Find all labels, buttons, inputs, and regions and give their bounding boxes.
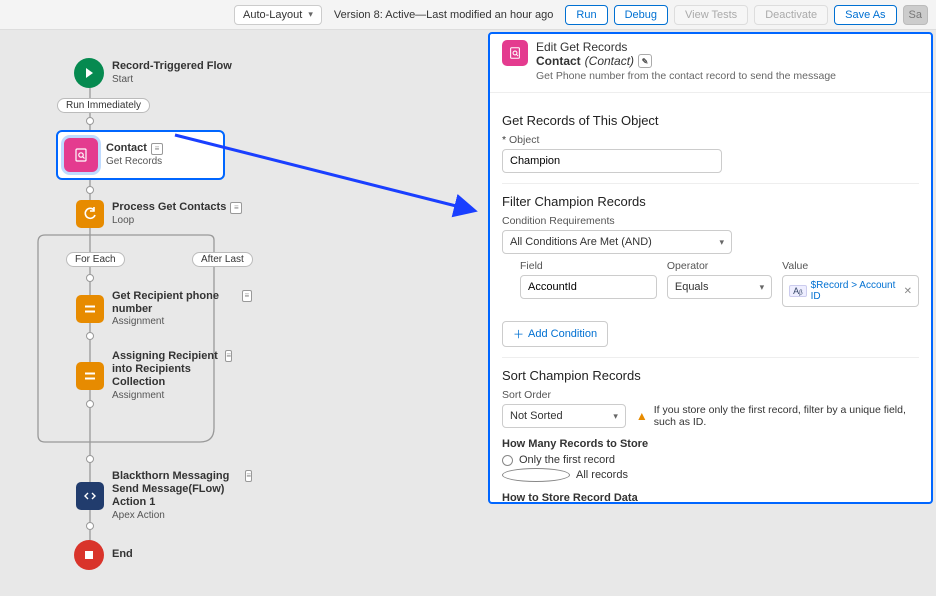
run-immediately-pill[interactable]: Run Immediately (57, 98, 150, 113)
operator-value: Equals (675, 281, 709, 293)
node-apex-title: Blackthorn Messaging Send Message(FLow) … (112, 470, 241, 510)
chevron-down-icon: ▾ (760, 282, 765, 293)
flow-canvas[interactable]: Record-Triggered Flow Start Run Immediat… (0, 30, 485, 596)
assignment-icon (76, 295, 104, 323)
value-input[interactable]: Aᵦ $Record > Account ID ✕ (782, 275, 919, 307)
node-assigning[interactable]: Assigning Recipient into Recipients Coll… (76, 350, 232, 402)
get-records-icon (502, 40, 528, 66)
add-element-circle-7[interactable] (86, 522, 94, 530)
deactivate-button: Deactivate (754, 5, 828, 25)
condition-req-label: Condition Requirements (502, 215, 919, 227)
node-assigning-sub: Assignment (112, 390, 232, 402)
panel-header: Edit Get Records Contact (Contact) ✎ Get… (490, 34, 931, 93)
layout-selector[interactable]: Auto-Layout ▾ (234, 5, 322, 25)
chevron-down-icon: ▾ (308, 9, 313, 20)
add-condition-label: Add Condition (528, 328, 597, 340)
add-element-circle-5[interactable] (86, 400, 94, 408)
filter-section-title: Filter Champion Records (502, 194, 919, 209)
radio-all-records[interactable]: All records (502, 468, 919, 482)
add-element-circle-2[interactable] (86, 186, 94, 194)
object-input[interactable] (502, 149, 722, 173)
node-contact[interactable]: Contact ≡ Get Records (56, 130, 225, 180)
node-end-title: End (112, 548, 133, 561)
node-contact-sub: Get Records (106, 156, 163, 168)
clear-value-icon[interactable]: ✕ (904, 286, 912, 297)
edit-icon[interactable]: ✎ (638, 54, 652, 68)
get-records-icon (64, 138, 98, 172)
sort-warning-text: If you store only the first record, filt… (654, 404, 919, 428)
radio-first-record[interactable]: Only the first record (502, 454, 919, 466)
note-icon[interactable]: ≡ (225, 350, 232, 362)
add-condition-button[interactable]: ＋ Add Condition (502, 321, 608, 347)
sort-section-title: Sort Champion Records (502, 368, 919, 383)
operator-label: Operator (667, 260, 772, 272)
node-loop-title: Process Get Contacts (112, 201, 226, 214)
node-recipient-title: Get Recipient phone number (112, 290, 238, 316)
panel-subtitle-paren: (Contact) (585, 54, 634, 68)
sort-order-select[interactable]: Not Sorted ▾ (502, 404, 626, 428)
for-each-pill: For Each (66, 252, 125, 267)
loop-icon (76, 200, 104, 228)
apex-action-icon (76, 482, 104, 510)
how-store-heading: How to Store Record Data (502, 492, 919, 504)
condition-req-select[interactable]: All Conditions Are Met (AND) ▾ (502, 230, 732, 254)
end-icon (74, 540, 104, 570)
view-tests-button: View Tests (674, 5, 748, 25)
assignment-icon (76, 362, 104, 390)
node-apex-sub: Apex Action (112, 510, 252, 522)
field-label: Field (520, 260, 657, 272)
sort-order-label: Sort Order (502, 389, 919, 401)
formula-badge-icon: Aᵦ (789, 285, 806, 297)
object-label: Object (502, 134, 919, 146)
value-token: $Record > Account ID (811, 280, 900, 302)
save-as-button[interactable]: Save As (834, 5, 896, 25)
after-last-pill: After Last (192, 252, 253, 267)
warning-icon: ▲ (636, 409, 648, 423)
panel-title: Edit Get Records (536, 40, 836, 54)
node-apex[interactable]: Blackthorn Messaging Send Message(FLow) … (76, 470, 252, 522)
value-label: Value (782, 260, 919, 272)
note-icon[interactable]: ≡ (245, 470, 252, 482)
condition-req-value: All Conditions Are Met (AND) (510, 236, 652, 248)
how-many-heading: How Many Records to Store (502, 438, 919, 450)
note-icon[interactable]: ≡ (230, 202, 242, 214)
radio-icon (502, 468, 570, 482)
version-text: Version 8: Active—Last modified an hour … (328, 9, 560, 21)
field-input[interactable] (520, 275, 657, 299)
radio-label: Only the first record (519, 454, 615, 466)
node-start-sub: Start (112, 74, 232, 86)
object-section-title: Get Records of This Object (502, 113, 919, 128)
plus-icon: ＋ (513, 326, 524, 342)
operator-select[interactable]: Equals ▾ (667, 275, 772, 299)
node-loop-sub: Loop (112, 215, 242, 227)
sort-order-value: Not Sorted (510, 410, 563, 422)
node-recipient-sub: Assignment (112, 316, 252, 328)
node-loop[interactable]: Process Get Contacts ≡ Loop (76, 200, 242, 228)
node-end[interactable]: End (74, 540, 133, 570)
play-icon (74, 58, 104, 88)
top-toolbar: Auto-Layout ▾ Version 8: Active—Last mod… (0, 0, 936, 30)
chevron-down-icon: ▾ (613, 411, 618, 422)
note-icon[interactable]: ≡ (151, 143, 163, 155)
radio-icon (502, 455, 513, 466)
node-start[interactable]: Record-Triggered Flow Start (74, 58, 232, 88)
node-assigning-title: Assigning Recipient into Recipients Coll… (112, 350, 221, 390)
add-element-circle[interactable] (86, 117, 94, 125)
add-element-circle-3[interactable] (86, 274, 94, 282)
note-icon[interactable]: ≡ (242, 290, 252, 302)
node-start-title: Record-Triggered Flow (112, 60, 232, 73)
node-contact-title: Contact (106, 142, 147, 155)
properties-panel: Edit Get Records Contact (Contact) ✎ Get… (488, 32, 933, 504)
debug-button[interactable]: Debug (614, 5, 668, 25)
layout-selector-label: Auto-Layout (243, 9, 302, 21)
panel-subtitle: Contact (536, 54, 581, 68)
radio-label: All records (576, 469, 628, 481)
chevron-down-icon: ▾ (719, 237, 724, 248)
add-element-circle-4[interactable] (86, 332, 94, 340)
node-recipient[interactable]: Get Recipient phone number ≡ Assignment (76, 290, 252, 328)
panel-description: Get Phone number from the contact record… (536, 70, 836, 82)
run-button[interactable]: Run (565, 5, 607, 25)
add-element-circle-6[interactable] (86, 455, 94, 463)
save-button[interactable]: Sa (903, 5, 928, 25)
